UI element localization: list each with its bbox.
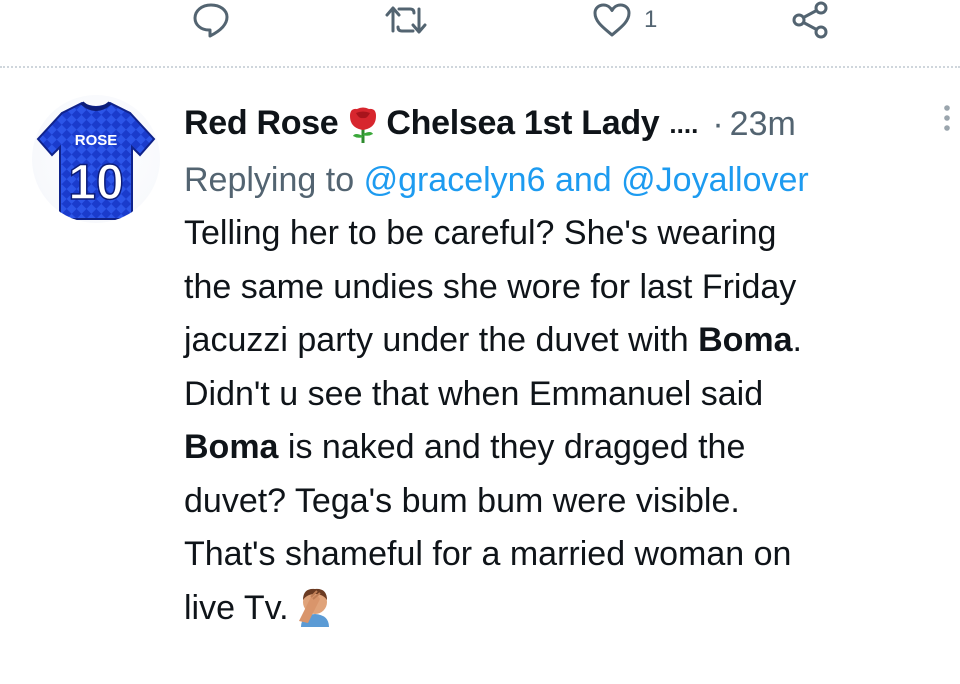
author-name-part1: Red Rose: [184, 103, 339, 142]
reply-action[interactable]: [192, 0, 242, 40]
tweet-line: live Tv.: [184, 582, 954, 636]
tweet-header: Red Rose Chelsea 1st Lady .... · 23m: [184, 98, 954, 150]
tweet-text-segment: .: [792, 321, 802, 359]
name-ellipsis: ....: [669, 108, 699, 139]
tweet-line: jacuzzi party under the duvet with Boma.: [184, 314, 954, 368]
tweet[interactable]: Red Rose Chelsea 1st Lady .... · 23m Rep…: [184, 98, 954, 635]
jersey-number: 10: [68, 154, 124, 210]
more-options-icon[interactable]: [942, 102, 952, 142]
tweet-text-segment: is naked and they dragged the: [278, 428, 746, 466]
bold-name: Boma: [698, 321, 793, 359]
tweet-line: the same undies she wore for last Friday: [184, 267, 797, 306]
share-icon: [790, 1, 830, 39]
author-name-part2: Chelsea 1st Lady: [386, 103, 660, 142]
jersey-avatar-icon: ROSE 10: [36, 101, 156, 220]
separator: ·: [712, 104, 724, 143]
tweet-action-bar: 1: [0, 0, 960, 62]
bold-name: Boma: [184, 428, 279, 466]
like-count: 1: [644, 6, 658, 33]
mention-link-1[interactable]: @gracelyn6: [364, 161, 546, 199]
facepalm-emoji-icon: [295, 585, 335, 627]
tweet-line: Telling her to be careful? She's wearing: [184, 214, 777, 252]
reply-icon: [192, 2, 230, 38]
retweet-action[interactable]: [384, 0, 440, 40]
share-action[interactable]: [790, 0, 842, 40]
replying-and[interactable]: and: [555, 161, 612, 199]
tweet-line: Boma is naked and they dragged the: [184, 421, 954, 475]
replying-to: Replying to @gracelyn6 and @Joyallover: [184, 154, 954, 206]
timestamp[interactable]: 23m: [730, 105, 796, 144]
jersey-name: ROSE: [75, 132, 118, 149]
tweet-divider: [0, 66, 960, 68]
rose-emoji-icon: [346, 106, 380, 144]
author-name[interactable]: Red Rose Chelsea 1st Lady: [184, 103, 660, 144]
avatar[interactable]: ROSE 10: [32, 95, 160, 223]
tweet-line: That's shameful for a married woman on: [184, 535, 792, 573]
replying-prefix: Replying to: [184, 161, 355, 199]
tweet-text-segment: live Tv.: [184, 588, 289, 627]
heart-icon: [592, 2, 632, 38]
tweet-line: duvet? Tega's bum bum were visible.: [184, 481, 740, 520]
tweet-text-segment: jacuzzi party under the duvet with: [184, 321, 699, 359]
like-action[interactable]: 1: [592, 0, 657, 40]
tweet-line: Didn't u see that when Emmanuel said: [184, 374, 764, 413]
mention-link-2[interactable]: @Joyallover: [621, 161, 809, 199]
tweet-text: Telling her to be careful? She's wearing…: [184, 207, 954, 635]
retweet-icon: [384, 3, 428, 37]
